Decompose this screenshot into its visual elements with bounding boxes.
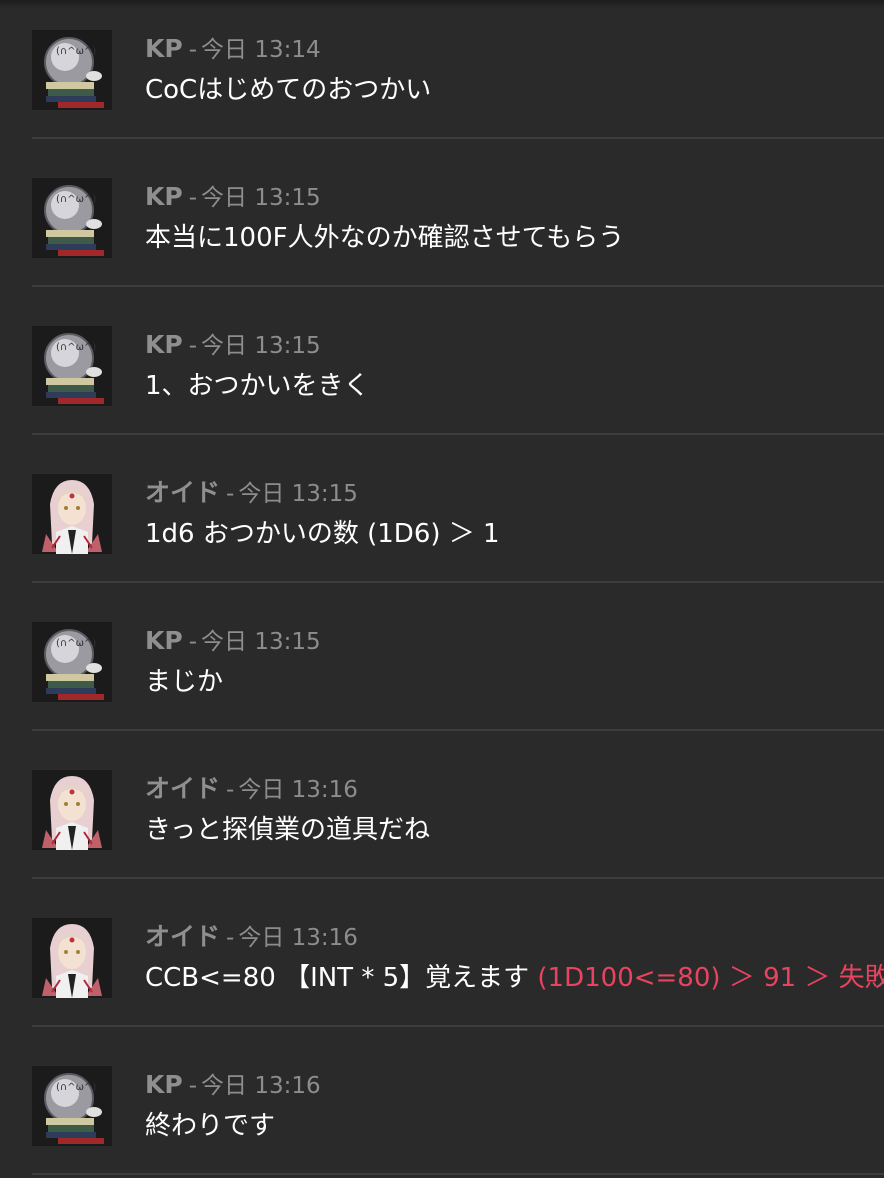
meta-separator: - xyxy=(188,37,198,63)
chat-message[interactable]: (∩^ω^) KP - 今日 13:15 まじか xyxy=(0,592,884,740)
author-name[interactable]: KP xyxy=(145,34,183,63)
message-body: CCB<=80 【INT * 5】覚えます xyxy=(145,963,538,993)
chat-message[interactable]: (∩^ω^) KP - 今日 13:14 CoCはじめてのおつかい xyxy=(0,0,884,148)
message-meta: KP - 今日 13:15 xyxy=(145,330,321,360)
message-body: まじか xyxy=(145,667,224,697)
message-meta: KP - 今日 13:14 xyxy=(145,34,321,64)
timestamp: 今日 13:15 xyxy=(238,481,358,507)
message-meta: KP - 今日 13:15 xyxy=(145,626,321,656)
message-divider xyxy=(32,433,884,435)
message-text: CCB<=80 【INT * 5】覚えます (1D100<=80) ＞ 91 ＞… xyxy=(145,960,884,996)
meta-separator: - xyxy=(226,777,235,803)
meta-separator: - xyxy=(188,333,198,359)
meta-separator: - xyxy=(188,629,198,655)
meta-separator: - xyxy=(188,1073,198,1099)
message-meta: KP - 今日 13:15 xyxy=(145,182,321,212)
author-name[interactable]: KP xyxy=(145,1070,183,1099)
timestamp: 今日 13:16 xyxy=(201,1073,321,1099)
message-meta: オイド - 今日 13:16 xyxy=(145,922,358,952)
message-divider xyxy=(32,581,884,583)
timestamp: 今日 13:16 xyxy=(238,925,358,951)
timestamp: 今日 13:15 xyxy=(201,333,321,359)
meta-separator: - xyxy=(188,185,198,211)
svg-text:(∩^ω^): (∩^ω^) xyxy=(56,638,96,649)
author-name[interactable]: KP xyxy=(145,626,183,655)
kp-avatar[interactable]: (∩^ω^) xyxy=(32,622,112,702)
oido-avatar[interactable] xyxy=(32,770,112,850)
message-divider xyxy=(32,1173,884,1175)
meta-separator: - xyxy=(226,481,235,507)
message-body: 本当に100F人外なのか確認させてもらう xyxy=(145,223,625,253)
timestamp: 今日 13:16 xyxy=(238,777,358,803)
chat-message[interactable]: (∩^ω^) KP - 今日 13:16 終わりです xyxy=(0,1036,884,1178)
message-text: 本当に100F人外なのか確認させてもらう xyxy=(145,220,624,256)
meta-separator: - xyxy=(226,925,235,951)
message-meta: オイド - 今日 13:16 xyxy=(145,774,358,804)
author-name[interactable]: KP xyxy=(145,182,183,211)
chat-message[interactable]: オイド - 今日 13:16 CCB<=80 【INT * 5】覚えます (1D10… xyxy=(0,888,884,1036)
chat-message[interactable]: オイド - 今日 13:15 1d6 おつかいの数 (1D6) ＞ 1 xyxy=(0,444,884,592)
message-body: 1、おつかいをきく xyxy=(145,371,370,401)
kp-avatar[interactable]: (∩^ω^) xyxy=(32,1066,112,1146)
message-body: きっと探偵業の道具だね xyxy=(145,815,430,845)
timestamp: 今日 13:15 xyxy=(201,629,321,655)
message-divider xyxy=(32,137,884,139)
oido-avatar[interactable] xyxy=(32,918,112,998)
message-divider xyxy=(32,729,884,731)
timestamp: 今日 13:15 xyxy=(201,185,321,211)
kp-avatar[interactable]: (∩^ω^) xyxy=(32,326,112,406)
chat-log[interactable]: (∩^ω^) KP-今日 13:14 CoCはじめてのおつかい (∩^ω^) xyxy=(0,0,884,1178)
message-text: きっと探偵業の道具だね xyxy=(145,812,430,848)
message-divider xyxy=(32,877,884,879)
message-divider xyxy=(32,285,884,287)
author-name[interactable]: オイド xyxy=(145,478,220,507)
svg-text:(∩^ω^): (∩^ω^) xyxy=(56,46,96,57)
oido-avatar[interactable] xyxy=(32,474,112,554)
message-text: 終わりです xyxy=(145,1108,275,1144)
author-name[interactable]: オイド xyxy=(145,774,220,803)
message-meta: KP - 今日 13:16 xyxy=(145,1070,321,1100)
chat-message[interactable]: オイド - 今日 13:16 きっと探偵業の道具だね xyxy=(0,740,884,888)
timestamp: 今日 13:14 xyxy=(201,37,321,63)
author-name[interactable]: KP xyxy=(145,330,183,359)
kp-avatar[interactable]: (∩^ω^) xyxy=(32,178,112,258)
message-text: 1d6 おつかいの数 (1D6) ＞ 1 xyxy=(145,516,500,552)
kp-avatar[interactable]: (∩^ω^) xyxy=(32,30,112,110)
message-text: 1、おつかいをきく xyxy=(145,368,370,404)
message-body: 1d6 おつかいの数 (1D6) ＞ 1 xyxy=(145,519,500,549)
message-text: CoCはじめてのおつかい xyxy=(145,72,431,108)
chat-message[interactable]: (∩^ω^) KP - 今日 13:15 本当に100F人外なのか確認させてもらう xyxy=(0,148,884,296)
message-body: 終わりです xyxy=(145,1111,276,1141)
chat-message[interactable]: (∩^ω^) KP - 今日 13:15 1、おつかいをきく xyxy=(0,296,884,444)
dice-result: (1D100<=80) ＞ 91 ＞ 失敗 xyxy=(537,963,884,993)
message-text: まじか xyxy=(145,664,223,700)
message-meta: オイド - 今日 13:15 xyxy=(145,478,358,508)
svg-text:(∩^ω^): (∩^ω^) xyxy=(56,1082,96,1093)
message-divider xyxy=(32,1025,884,1027)
message-body: CoCはじめてのおつかい xyxy=(145,75,432,105)
svg-text:(∩^ω^): (∩^ω^) xyxy=(56,194,96,205)
svg-text:(∩^ω^): (∩^ω^) xyxy=(56,342,96,353)
author-name[interactable]: オイド xyxy=(145,922,220,951)
